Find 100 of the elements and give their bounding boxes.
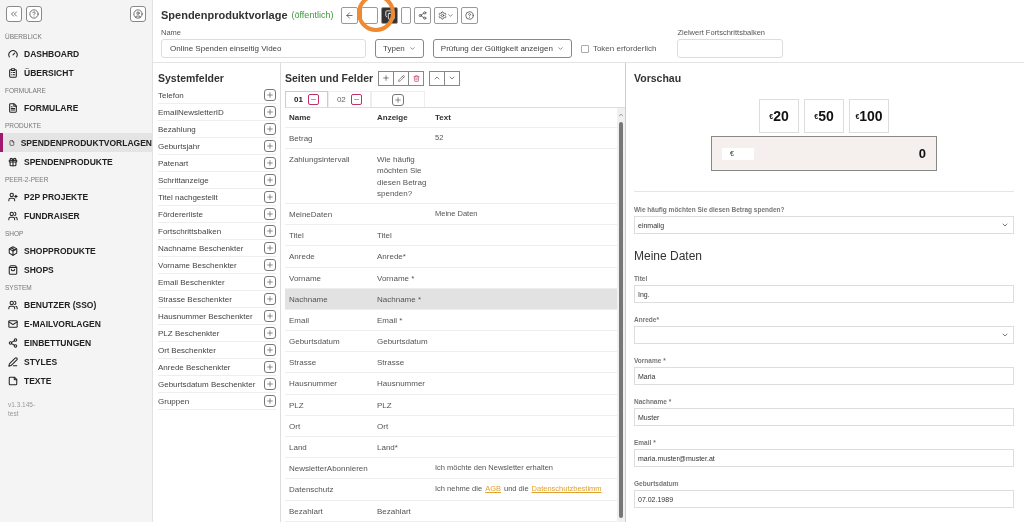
nav-item[interactable]: SHOPPRODUKTE <box>0 241 152 260</box>
nav-icon <box>8 102 18 113</box>
field-name: Nachname Beschenkter <box>158 243 244 253</box>
add-button[interactable] <box>264 191 276 203</box>
add-button[interactable] <box>264 259 276 271</box>
nav-item[interactable]: EINBETTUNGEN <box>0 333 152 352</box>
nav-item[interactable]: SPENDENPRODUKTVORLAGEN <box>0 133 152 152</box>
plus-icon <box>266 210 274 218</box>
add-button[interactable] <box>264 276 276 288</box>
types-dropdown[interactable]: Typen <box>375 39 424 58</box>
scrollbar[interactable] <box>617 108 625 522</box>
table-cell-text: Email <box>289 314 310 327</box>
down-icon <box>448 74 457 82</box>
section-heading: Meine Daten <box>634 249 704 263</box>
add-button[interactable] <box>264 293 276 305</box>
add-button[interactable] <box>264 106 276 118</box>
field-name: Patenart <box>158 158 189 168</box>
plus-icon <box>266 176 274 184</box>
add-button[interactable] <box>264 123 276 135</box>
nav-item[interactable]: TEXTE <box>0 371 152 390</box>
table-cell-text: Land* <box>377 442 399 454</box>
table-cell-text: MeineDaten <box>289 208 334 221</box>
user-icon <box>133 9 143 19</box>
page-tab[interactable]: 01 <box>285 91 328 107</box>
move-up-button[interactable] <box>429 70 446 86</box>
nav-item[interactable]: SHOPS <box>0 260 152 279</box>
help-button[interactable] <box>26 6 42 22</box>
table-cell-text: Strasse <box>289 357 318 370</box>
nav-icon <box>8 48 18 59</box>
field-name: EmailNewsletterID <box>158 107 224 117</box>
table-cell-text: Zahlungsintervall <box>289 154 351 167</box>
nav-item[interactable]: P2P PROJEKTE <box>0 187 152 206</box>
field-name: Vorname Beschenkter <box>158 260 237 270</box>
add-button[interactable] <box>378 70 395 86</box>
remove-button[interactable] <box>307 94 319 105</box>
nav-item[interactable]: BENUTZER (SSO) <box>0 295 152 314</box>
plus-icon <box>382 74 391 82</box>
table-cell-text: NewsletterAbonnieren <box>289 463 369 476</box>
table-cell-text: Hausnummer <box>289 378 338 391</box>
nav-item[interactable]: FORMULARE <box>0 98 152 117</box>
caret-icon <box>1001 331 1009 339</box>
nav-item[interactable]: ÜBERSICHT <box>0 63 152 82</box>
remove-button[interactable] <box>350 94 362 105</box>
nav-item[interactable]: DASHBOARD <box>0 44 152 63</box>
double-chevron-icon <box>9 9 19 19</box>
delete-button[interactable] <box>408 70 425 86</box>
panel-title: Seiten und Felder <box>285 71 374 86</box>
pencil-icon <box>397 74 405 82</box>
add-page-button[interactable] <box>391 93 404 106</box>
add-button[interactable] <box>264 157 276 169</box>
minus-icon <box>352 96 360 103</box>
table-cell-text: Geburtsdatum <box>289 336 341 349</box>
table-cell-text: PLZ <box>289 399 305 412</box>
plus-icon <box>266 329 274 337</box>
add-button[interactable] <box>264 140 276 152</box>
add-button[interactable] <box>264 327 276 339</box>
name-field[interactable]: Online Spenden einseitig Video <box>161 39 366 58</box>
plus-icon <box>266 363 274 371</box>
validation-dropdown[interactable]: Prüfung der Gültigkeit anzeigen <box>432 39 572 58</box>
page-tab[interactable]: 02 <box>327 91 371 107</box>
field-name: Gruppen <box>158 396 190 406</box>
add-button[interactable] <box>264 395 276 407</box>
add-button[interactable] <box>264 378 276 390</box>
table-row[interactable]: Nachname Nachname * <box>285 288 617 310</box>
nav-icon <box>9 137 15 148</box>
plus-icon <box>266 346 274 354</box>
select-field[interactable] <box>634 326 1014 344</box>
add-button[interactable] <box>264 361 276 373</box>
move-down-button[interactable] <box>444 70 461 86</box>
nav-item[interactable]: E-MAILVORLAGEN <box>0 314 152 333</box>
table-cell-text: Land <box>289 442 308 454</box>
caret-icon <box>447 11 455 19</box>
field-name: PLZ Beschenkter <box>158 328 220 338</box>
help-icon <box>29 9 39 19</box>
plus-icon <box>266 397 274 405</box>
table-cell-text: Nachname <box>289 293 329 306</box>
table-cell-text: Anrede* <box>377 251 407 264</box>
user-button[interactable] <box>130 6 146 22</box>
nav-item[interactable]: STYLES <box>0 352 152 371</box>
nav-item[interactable]: SPENDENPRODUKTE <box>0 152 152 171</box>
minus-icon <box>309 96 317 103</box>
target-field[interactable] <box>677 39 784 58</box>
add-button[interactable] <box>264 225 276 237</box>
add-button[interactable] <box>264 89 276 101</box>
table-cell-text: Titel <box>377 230 393 243</box>
add-button[interactable] <box>264 208 276 220</box>
collapse-button[interactable] <box>6 6 22 22</box>
plus-icon <box>266 108 274 116</box>
add-button[interactable] <box>264 242 276 254</box>
edit-button[interactable] <box>393 70 410 86</box>
add-button[interactable] <box>264 344 276 356</box>
checkbox[interactable] <box>580 44 589 53</box>
share-icon <box>418 10 428 20</box>
nav-item[interactable]: FUNDRAISER <box>0 206 152 225</box>
table-cell-text: Nachname * <box>377 293 423 306</box>
field-name: Ort Beschenkter <box>158 345 216 355</box>
nav-icon <box>8 264 18 275</box>
table-cell-text: Bezahlart <box>289 505 324 518</box>
add-button[interactable] <box>264 310 276 322</box>
add-button[interactable] <box>264 174 276 186</box>
